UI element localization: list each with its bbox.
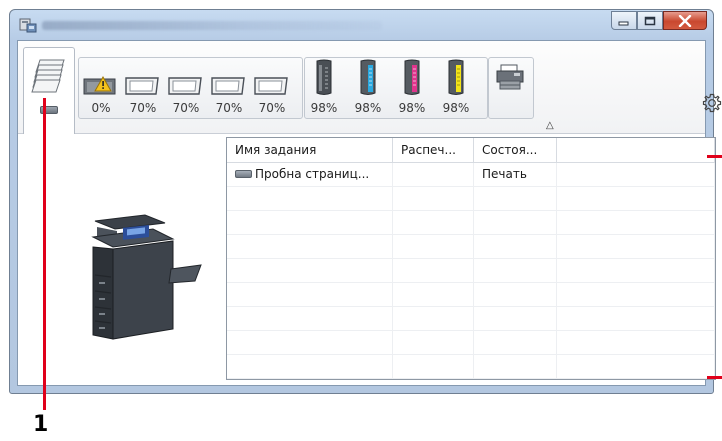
column-header-printed[interactable]: Распеч... [393, 138, 474, 162]
column-header-empty[interactable] [557, 138, 715, 162]
empty-cell [227, 355, 393, 379]
print-job-icon [235, 169, 252, 178]
table-row[interactable]: Пробна страниц... Печать [227, 163, 715, 187]
empty-cell [393, 259, 474, 283]
table-row-empty [227, 211, 715, 235]
minimize-icon [618, 21, 629, 25]
close-icon [678, 14, 692, 27]
close-button[interactable] [663, 11, 707, 30]
empty-cell [227, 235, 393, 259]
toner-magenta-icon [404, 59, 420, 95]
window-client: 0% 70% 70% 70% 70% 98% 98% 98% 98% △ Имя… [17, 40, 722, 386]
caption-buttons [611, 11, 707, 31]
maximize-button[interactable] [637, 11, 663, 30]
tab-print-jobs[interactable] [23, 47, 75, 134]
empty-cell [474, 259, 557, 283]
table-row-empty [227, 235, 715, 259]
empty-cell [227, 259, 393, 283]
callout-tick-top [707, 155, 722, 158]
job-status-cell: Печать [474, 163, 557, 187]
callout-tick-bottom [707, 376, 722, 379]
empty-cell [557, 307, 715, 331]
tray-4-level: 70% [215, 101, 243, 115]
printer-queue-icon [31, 59, 65, 93]
empty-cell [393, 235, 474, 259]
table-row-empty [227, 307, 715, 331]
status-toolbar: 0% 70% 70% 70% 70% 98% 98% 98% 98% △ [18, 41, 722, 134]
printer-preview-pane [18, 134, 223, 385]
tray-3-level: 70% [172, 101, 200, 115]
empty-cell [227, 187, 393, 211]
empty-cell [227, 307, 393, 331]
empty-cell [393, 355, 474, 379]
status-monitor-window: 0% 70% 70% 70% 70% 98% 98% 98% 98% △ Имя… [9, 9, 722, 394]
app-icon [19, 18, 37, 33]
printer-device-image [91, 214, 202, 340]
callout-number: 1 [33, 412, 49, 437]
empty-cell [474, 211, 557, 235]
job-extra-cell [557, 163, 715, 187]
empty-cell [557, 211, 715, 235]
device-options-icon [496, 64, 524, 90]
empty-cell [393, 331, 474, 355]
table-row-empty [227, 331, 715, 355]
empty-cell [474, 331, 557, 355]
empty-cell [393, 283, 474, 307]
empty-cell [393, 211, 474, 235]
empty-cell [557, 331, 715, 355]
empty-cell [557, 259, 715, 283]
empty-cell [393, 187, 474, 211]
job-name-text: Пробна страниц... [255, 167, 370, 181]
maximize-icon [644, 16, 656, 25]
window-title-redacted [42, 21, 382, 30]
toner-cyan-level: 98% [354, 101, 382, 115]
tray-1-level: 0% [91, 101, 111, 115]
empty-cell [474, 355, 557, 379]
paper-tray-icon [211, 77, 245, 95]
column-header-job-name[interactable]: Имя задания [227, 138, 393, 162]
empty-cell [557, 235, 715, 259]
toner-magenta-level: 98% [398, 101, 426, 115]
table-row-empty [227, 355, 715, 379]
empty-rows [227, 187, 715, 379]
job-list-header: Имя задания Распеч... Состоя... [227, 138, 715, 163]
empty-cell [227, 331, 393, 355]
paper-tray-icon [168, 77, 202, 95]
empty-cell [227, 211, 393, 235]
gear-icon[interactable] [701, 92, 722, 114]
job-printed-cell [393, 163, 474, 187]
paper-tray-icon [254, 77, 288, 95]
minimize-button[interactable] [611, 11, 637, 30]
tray-2-level: 70% [129, 101, 157, 115]
toner-yellow-level: 98% [442, 101, 470, 115]
empty-cell [474, 187, 557, 211]
toner-black-icon [316, 59, 332, 95]
empty-cell [557, 355, 715, 379]
table-row-empty [227, 259, 715, 283]
empty-cell [227, 283, 393, 307]
empty-cell [474, 307, 557, 331]
table-row-empty [227, 187, 715, 211]
title-bar[interactable] [10, 10, 713, 40]
table-row-empty [227, 283, 715, 307]
paper-tray-icon [125, 77, 159, 95]
empty-cell [393, 307, 474, 331]
toner-cyan-icon [360, 59, 376, 95]
empty-cell [474, 235, 557, 259]
column-header-status[interactable]: Состоя... [474, 138, 557, 162]
toner-black-level: 98% [310, 101, 338, 115]
job-list-table[interactable]: Имя задания Распеч... Состоя... Пробна с… [226, 137, 716, 380]
callout-line-vertical [43, 98, 46, 410]
job-name-cell: Пробна страниц... [227, 163, 393, 187]
empty-cell [474, 283, 557, 307]
empty-cell [557, 187, 715, 211]
paper-tray-warning-icon [83, 75, 116, 95]
empty-cell [557, 283, 715, 307]
chevron-up-icon[interactable]: △ [546, 120, 554, 131]
tray-5-level: 70% [258, 101, 286, 115]
toner-yellow-icon [448, 59, 464, 95]
